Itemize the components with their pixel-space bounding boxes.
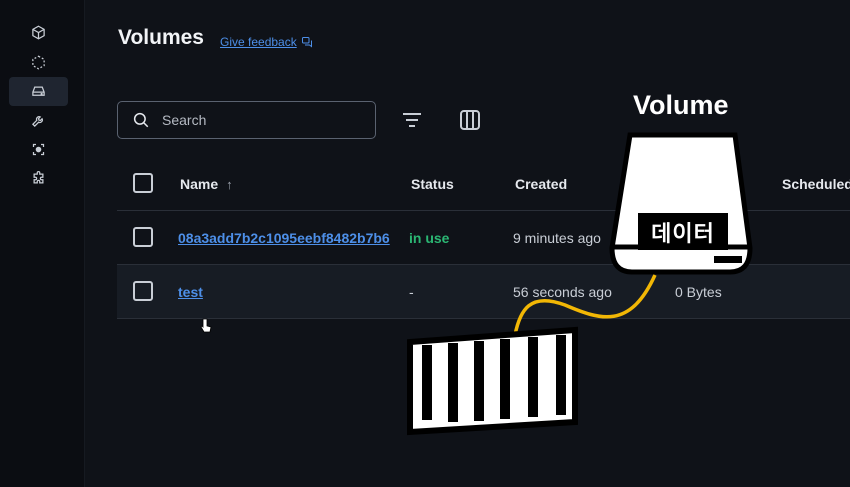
status-badge: in use (409, 230, 450, 246)
volume-name-link[interactable]: 08a3add7b2c1095eebf8482b7b6 (178, 211, 401, 265)
sidebar-item-images[interactable] (9, 48, 68, 77)
volume-name-link[interactable]: test (178, 265, 203, 319)
table-row[interactable]: test - 56 seconds ago 0 Bytes (117, 265, 850, 319)
columns-button[interactable] (458, 108, 482, 132)
column-header-name[interactable]: Name ↑ (180, 157, 233, 211)
scan-icon (32, 143, 45, 156)
search-input[interactable] (162, 112, 352, 128)
container-dashed-icon (32, 55, 45, 70)
give-feedback-link[interactable]: Give feedback (220, 35, 313, 49)
size-cell: 0 Bytes (675, 284, 722, 300)
column-header-status[interactable]: Status (411, 157, 454, 211)
hand-cursor-icon (200, 318, 212, 333)
filter-button[interactable] (400, 108, 424, 132)
row-checkbox[interactable] (133, 281, 153, 301)
sidebar-item-extensions[interactable] (9, 164, 68, 193)
created-cell: 9 minutes ago (513, 230, 601, 246)
page-title: Volumes (118, 26, 204, 49)
table-header-row: Name ↑ Status Created Scheduled (117, 157, 850, 211)
column-header-created[interactable]: Created (515, 157, 567, 211)
cube-icon (32, 25, 45, 40)
columns-icon (460, 110, 480, 130)
sidebar-item-containers[interactable] (9, 18, 68, 47)
filter-icon (403, 113, 421, 127)
volumes-table: Name ↑ Status Created Scheduled 08a3add7… (117, 157, 850, 319)
table-row[interactable]: 08a3add7b2c1095eebf8482b7b6 in use 9 min… (117, 211, 850, 265)
status-cell: - (409, 284, 414, 300)
created-cell: 56 seconds ago (513, 284, 612, 300)
container-graphic (407, 326, 578, 436)
select-all-checkbox[interactable] (133, 173, 153, 193)
chat-bubbles-icon (301, 37, 312, 48)
sidebar-item-scout[interactable] (9, 135, 68, 164)
sidebar-item-builds[interactable] (9, 106, 68, 135)
give-feedback-label: Give feedback (220, 35, 297, 49)
sort-arrow-up-icon: ↑ (226, 176, 233, 192)
wrench-icon (31, 116, 43, 128)
search-box[interactable] (117, 101, 376, 139)
search-icon (133, 112, 149, 128)
puzzle-icon (33, 171, 44, 184)
column-name-label: Name (180, 176, 219, 192)
sidebar (0, 0, 85, 487)
volume-caption: Volume (633, 90, 729, 120)
column-header-scheduled[interactable]: Scheduled (782, 157, 850, 211)
sidebar-item-volumes[interactable] (9, 77, 68, 106)
row-checkbox[interactable] (133, 227, 153, 247)
drive-icon (32, 86, 45, 96)
